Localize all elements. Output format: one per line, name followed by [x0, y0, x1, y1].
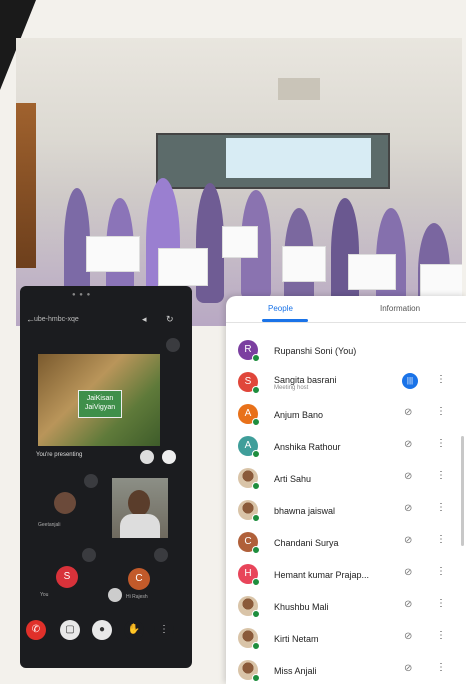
tile-mic-off-icon: [84, 474, 98, 488]
participant-menu-icon[interactable]: ⋮: [436, 502, 446, 513]
more-options-button[interactable]: ⋮: [154, 620, 174, 640]
mic-off-icon: ⊘: [404, 535, 413, 546]
participant-menu-icon[interactable]: ⋮: [436, 566, 446, 577]
presence-dot: [252, 354, 260, 362]
participant-row[interactable]: S Sangita basrani Meeting host ||| ⋮: [226, 366, 466, 398]
tile-mic-icon-2: [154, 548, 168, 562]
presence-dot: [252, 610, 260, 618]
camera-toggle-button[interactable]: ▢: [60, 620, 80, 640]
participant-menu-icon[interactable]: ⋮: [436, 406, 446, 417]
participant-name: Miss Anjali: [274, 666, 317, 676]
participant-row[interactable]: R Rupanshi Soni (You): [226, 334, 466, 366]
meeting-code: ube-hmbc-xqe: [34, 316, 79, 323]
presenting-caption: You're presenting: [36, 452, 83, 458]
presence-dot: [252, 482, 260, 490]
presence-dot: [252, 418, 260, 426]
mic-off-icon: ⊘: [404, 631, 413, 642]
participant-row[interactable]: Khushbu Mali ⊘ ⋮: [226, 590, 466, 622]
participant-row[interactable]: Arti Sahu ⊘ ⋮: [226, 462, 466, 494]
mic-toggle-button[interactable]: ●: [92, 620, 112, 640]
raise-hand-button[interactable]: ✋: [124, 620, 144, 640]
active-tab-indicator: [262, 319, 308, 322]
participant-name: Khushbu Mali: [274, 602, 329, 612]
tile-label: Geetanjali: [38, 522, 61, 528]
participant-menu-icon[interactable]: ⋮: [436, 534, 446, 545]
slide-banner: JaiKisan JaiVigyan: [78, 390, 122, 418]
add-icon[interactable]: [108, 588, 122, 602]
switch-camera-icon[interactable]: ↻: [166, 314, 174, 325]
participant-row[interactable]: Miss Anjali ⊘ ⋮: [226, 654, 466, 684]
participant-menu-icon[interactable]: ⋮: [436, 374, 446, 385]
presence-dot: [252, 514, 260, 522]
presence-dot: [252, 642, 260, 650]
participant-row[interactable]: C Chandani Surya ⊘ ⋮: [226, 526, 466, 558]
participant-tile-avatar: [54, 492, 76, 514]
more-icon[interactable]: [162, 450, 176, 464]
presence-dot: [252, 546, 260, 554]
participant-shirt: [120, 514, 160, 538]
participant-role: Meeting host: [274, 385, 309, 391]
participant-menu-icon[interactable]: ⋮: [436, 662, 446, 673]
tab-information[interactable]: Information: [380, 304, 420, 313]
tile-label-third: Hi Rajesh: [126, 594, 148, 600]
participant-name: Anjum Bano: [274, 410, 324, 420]
participant-name: Sangita basrani: [274, 375, 337, 385]
tile-mic-icon: [82, 548, 96, 562]
people-panel: People Information R Rupanshi Soni (You) S…: [226, 296, 466, 684]
presence-dot: [252, 578, 260, 586]
participant-face: [128, 490, 150, 516]
panel-tabs: People Information: [226, 296, 466, 323]
participant-name: Rupanshi Soni (You): [274, 346, 357, 356]
participant-menu-icon[interactable]: ⋮: [436, 470, 446, 481]
you-avatar: S: [56, 566, 78, 588]
mic-off-icon: ⊘: [404, 663, 413, 674]
tile-label-you: You: [40, 592, 49, 598]
speaker-icon[interactable]: ◂: [142, 314, 147, 325]
participant-menu-icon[interactable]: ⋮: [436, 438, 446, 449]
phone-status-bar: ● ● ●: [20, 286, 192, 302]
participant-video-tile: [112, 478, 168, 538]
presence-dot: [252, 450, 260, 458]
mic-off-icon: ⊘: [404, 567, 413, 578]
end-call-button[interactable]: ✆: [26, 620, 46, 640]
participant-name: bhawna jaiswal: [274, 506, 336, 516]
speaking-indicator-icon: |||: [402, 373, 418, 389]
participant-row[interactable]: H Hemant kumar Prajap... ⊘ ⋮: [226, 558, 466, 590]
participant-row[interactable]: bhawna jaiswal ⊘ ⋮: [226, 494, 466, 526]
mic-icon[interactable]: [140, 450, 154, 464]
presence-dot: [252, 674, 260, 682]
participant-menu-icon[interactable]: ⋮: [436, 598, 446, 609]
door: [16, 103, 36, 268]
classroom-photo: [16, 38, 462, 326]
wall-speaker: [278, 78, 320, 100]
mic-off-icon: ⊘: [404, 503, 413, 514]
participant-row[interactable]: A Anjum Bano ⊘ ⋮: [226, 398, 466, 430]
mic-off-icon: ⊘: [404, 407, 413, 418]
participant-name: Hemant kumar Prajap...: [274, 570, 370, 580]
phone-meet-screen: ● ● ● ← ube-hmbc-xqe ◂ ↻ JaiKisan JaiVig…: [20, 286, 192, 668]
participant-name: Anshika Rathour: [274, 442, 341, 452]
scrollbar[interactable]: [461, 436, 464, 546]
presentation-slide: JaiKisan JaiVigyan: [38, 354, 160, 446]
participant-name: Arti Sahu: [274, 474, 312, 484]
presence-dot: [252, 386, 260, 394]
participant-menu-icon[interactable]: ⋮: [436, 630, 446, 641]
mic-off-icon: ⊘: [404, 599, 413, 610]
participant-row[interactable]: A Anshika Rathour ⊘ ⋮: [226, 430, 466, 462]
tab-people[interactable]: People: [268, 304, 293, 313]
participant-name: Chandani Surya: [274, 538, 339, 548]
status-dots: ● ● ●: [72, 292, 92, 298]
participant-name: Kirti Netam: [274, 634, 319, 644]
mic-off-icon: ⊘: [404, 439, 413, 450]
participant-row[interactable]: Kirti Netam ⊘ ⋮: [226, 622, 466, 654]
pin-icon[interactable]: [166, 338, 180, 352]
participant-avatar-c: C: [128, 568, 150, 590]
mic-off-icon: ⊘: [404, 471, 413, 482]
